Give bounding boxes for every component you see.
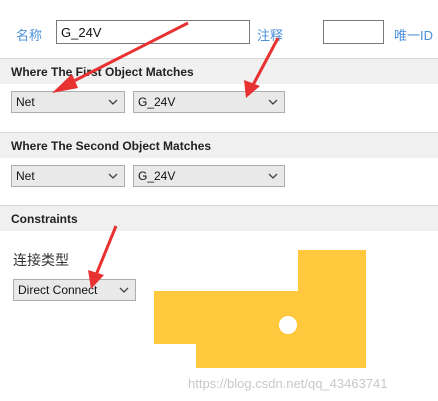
first-object-net-select[interactable]: G_24V	[133, 91, 285, 113]
direct-connect-pad-illustration	[154, 250, 366, 368]
comment-label: 注释	[257, 28, 284, 43]
second-object-section-header: Where The Second Object Matches	[0, 132, 438, 158]
second-object-type-value: Net	[16, 169, 35, 183]
watermark-text: https://blog.csdn.net/qq_43463741	[188, 376, 388, 391]
name-input[interactable]	[56, 20, 250, 44]
first-object-section-header: Where The First Object Matches	[0, 58, 438, 84]
name-label: 名称	[16, 28, 43, 43]
chevron-down-icon	[268, 173, 278, 179]
chevron-down-icon	[108, 99, 118, 105]
second-object-net-select[interactable]: G_24V	[133, 165, 285, 187]
constraints-section-title: Constraints	[11, 212, 78, 226]
connect-type-value: Direct Connect	[18, 283, 98, 297]
first-object-type-select[interactable]: Net	[11, 91, 125, 113]
second-object-type-select[interactable]: Net	[11, 165, 125, 187]
first-object-type-value: Net	[16, 95, 35, 109]
chevron-down-icon	[268, 99, 278, 105]
via-hole	[279, 316, 297, 334]
connect-type-select[interactable]: Direct Connect	[13, 279, 136, 301]
unique-id-label: 唯一ID	[394, 28, 434, 43]
connect-type-label: 连接类型	[13, 252, 69, 268]
second-object-section-title: Where The Second Object Matches	[11, 139, 212, 153]
pad-shape	[154, 250, 366, 368]
comment-input[interactable]	[323, 20, 384, 44]
chevron-down-icon	[119, 287, 129, 293]
first-object-net-value: G_24V	[138, 95, 176, 109]
chevron-down-icon	[108, 173, 118, 179]
first-object-section-title: Where The First Object Matches	[11, 65, 194, 79]
constraints-section-header: Constraints	[0, 205, 438, 231]
second-object-net-value: G_24V	[138, 169, 176, 183]
